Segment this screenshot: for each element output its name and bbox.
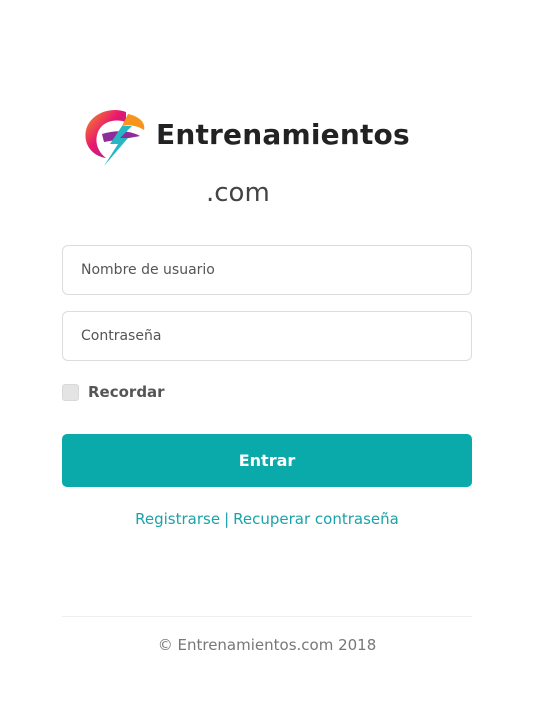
brand-name: Entrenamientos [156,118,410,151]
login-button[interactable]: Entrar [62,434,472,487]
register-link[interactable]: Registrarse [135,510,220,528]
footer-copyright: © Entrenamientos.com 2018 [157,636,377,654]
brand-tld: .com [206,178,270,208]
links-separator: | [224,510,230,528]
remember-toggle[interactable]: Recordar [62,383,165,401]
auth-links: Registrarse | Recuperar contraseña [62,510,472,528]
recover-password-link[interactable]: Recuperar contraseña [233,510,399,528]
password-input[interactable] [62,311,472,361]
lightning-e-logo-icon [85,110,145,166]
brand: Entrenamientos .com [80,104,420,224]
username-input[interactable] [62,245,472,295]
footer-divider [62,616,472,617]
remember-label: Recordar [88,383,165,401]
remember-checkbox[interactable] [62,383,79,401]
